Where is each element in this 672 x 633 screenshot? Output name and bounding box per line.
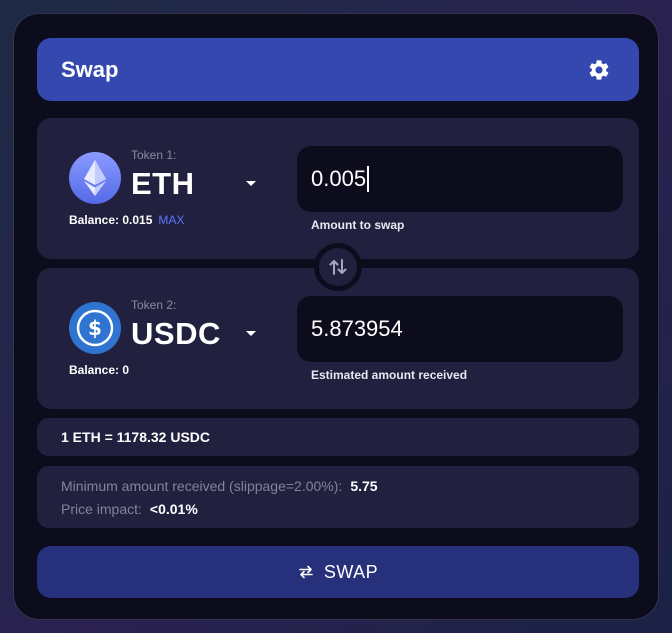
estimated-amount-caption: Estimated amount received	[311, 368, 468, 382]
min-received-row: Minimum amount received (slippage=2.00%)…	[61, 478, 378, 494]
page-title: Swap	[61, 57, 119, 82]
estimated-amount-output: 5.873954	[297, 296, 623, 362]
exchange-rate-text: 1 ETH = 1178.32 USDC	[61, 429, 211, 445]
amount-to-swap-value: 0.005	[311, 166, 367, 191]
gear-icon[interactable]	[587, 58, 611, 82]
swap-header: Swap	[37, 38, 639, 101]
amount-to-swap-caption: Amount to swap	[311, 218, 405, 232]
amount-to-swap-input[interactable]: 0.005	[297, 146, 623, 212]
exchange-rate-row: 1 ETH = 1178.32 USDC	[37, 418, 639, 456]
token-out-caption: Token 2:	[131, 298, 177, 312]
text-cursor	[367, 166, 370, 192]
min-received-label: Minimum amount received (slippage=2.00%)…	[61, 478, 343, 494]
swap-arrows-icon	[299, 565, 313, 579]
estimated-amount-value: 5.873954	[311, 316, 403, 341]
swap-button-label: SWAP	[323, 561, 379, 582]
token-out-symbol[interactable]: USDC	[131, 316, 221, 352]
svg-text:$: $	[88, 316, 102, 340]
ethereum-icon	[69, 152, 121, 204]
swap-button[interactable]: SWAP	[37, 546, 639, 598]
usdc-icon: $	[69, 302, 121, 354]
token-in-panel: Token 1: ETH Balance: 0.015 MAX 0.005 Amo…	[37, 118, 639, 259]
token-in-balance: Balance: 0.015 MAX	[69, 213, 184, 227]
price-impact-value: <0.01%	[149, 501, 198, 517]
switch-arrows-icon	[329, 259, 347, 275]
token-in-caption: Token 1:	[131, 148, 177, 162]
token-out-balance: Balance: 0	[69, 363, 130, 377]
token-out-dropdown-icon[interactable]	[246, 331, 256, 336]
token-in-dropdown-icon[interactable]	[246, 181, 256, 186]
price-impact-label: Price impact:	[61, 501, 142, 517]
swap-details: Minimum amount received (slippage=2.00%)…	[37, 466, 639, 528]
max-button[interactable]: MAX	[158, 213, 184, 227]
token-in-symbol[interactable]: ETH	[131, 166, 195, 202]
token-in-balance-label: Balance: 0.015	[69, 213, 153, 227]
min-received-value: 5.75	[350, 478, 378, 494]
switch-tokens-button[interactable]	[314, 243, 362, 291]
price-impact-row: Price impact: <0.01%	[61, 501, 198, 517]
